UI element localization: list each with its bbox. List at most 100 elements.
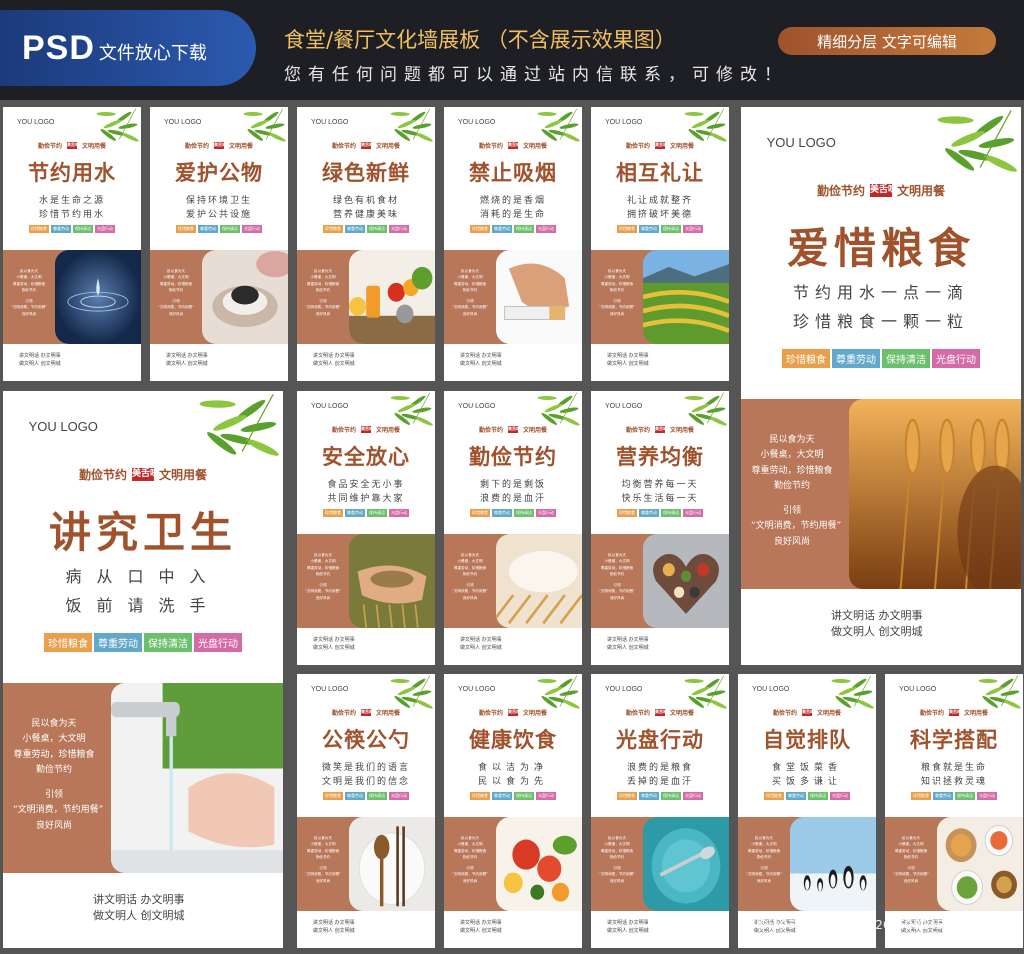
poster-card: YOU LOGO 勤俭节约 美舌味尖 文明用餐 健康饮食 食以洁为净 民以食为先 珍惜粮食 尊重… xyxy=(444,674,582,948)
tag-row: 珍惜粮食 尊重劳动 保持清洁 光盘行动 xyxy=(150,225,288,233)
footer-line: 讲文明话 办文明事 xyxy=(607,353,649,359)
band-line: 良好风尚 xyxy=(462,595,478,600)
tag-chip: 尊重劳动 xyxy=(345,225,365,233)
psd-label: PSD xyxy=(22,28,95,67)
footer-line: 做文明人 创文明城 xyxy=(166,361,208,367)
poster-line: 拥挤破坏美德 xyxy=(626,210,693,220)
band-line: 小餐桌，大文明 xyxy=(760,450,824,461)
tag-chip: 保持清洁 xyxy=(367,792,387,800)
band-line: 勤俭节约 xyxy=(315,288,331,293)
tag-row: 珍惜粮食 尊重劳动 保持清洁 光盘行动 xyxy=(591,792,729,800)
poster-line: 快乐生活每一天 xyxy=(621,494,699,504)
band-line: 勤俭节约 xyxy=(315,855,331,860)
poster-line: 绿色有机食材 xyxy=(332,196,399,206)
poster-line: 剩下的是剩饭 xyxy=(479,480,546,490)
footer-line: 做文明人 创文明城 xyxy=(313,361,355,367)
band-line: 勤俭节约 xyxy=(609,855,625,860)
seal-stamp: 美舌味尖 xyxy=(361,142,377,149)
band-line: 良好风尚 xyxy=(756,878,772,883)
slogan-row: 勤俭节约 美舌味尖 文明用餐 xyxy=(150,141,288,150)
band-line: “文明消费，节约用餐” xyxy=(598,872,636,877)
poster-photo-dishes xyxy=(202,250,288,344)
logo-text: YOU LOGO xyxy=(899,686,937,693)
tag-chip: 珍惜粮食 xyxy=(617,225,637,233)
logo-text: YOU LOGO xyxy=(605,119,643,126)
poster-title: 节约用水 xyxy=(28,161,116,185)
poster-card: YOU LOGO 勤俭节约 美舌味尖 文明用餐 爱惜粮食 节约用水一点一滴 珍惜粮食一颗一粒… xyxy=(741,107,1021,665)
slogan-left: 勤俭节约 xyxy=(184,143,209,150)
slogan-left: 勤俭节约 xyxy=(478,427,503,434)
logo-text: YOU LOGO xyxy=(28,419,98,434)
slogan-left: 勤俭节约 xyxy=(331,710,356,717)
poster-line: 消耗的是生命 xyxy=(479,210,546,220)
footer-line: 做文明人 创文明城 xyxy=(607,645,649,651)
slogan-left: 勤俭节约 xyxy=(625,427,650,434)
footer-line: 讲文明话 办文明事 xyxy=(831,609,923,622)
footer-line: 做文明人 创文明城 xyxy=(313,928,355,934)
slogan-left: 勤俭节约 xyxy=(625,710,650,717)
footer-line: 做文明人 创文明城 xyxy=(460,361,502,367)
tag-chip: 保持清洁 xyxy=(220,225,240,233)
image-id-watermark: ID:19380723 NO:20260528145339871104 xyxy=(756,918,1013,932)
tag-chip: 尊重劳动 xyxy=(345,509,365,517)
tag-chip: 珍惜粮食 xyxy=(323,509,343,517)
poster-photo-penguins xyxy=(790,817,876,911)
seal-stamp: 美舌味尖 xyxy=(214,142,230,149)
slogan-left: 勤俭节约 xyxy=(478,143,503,150)
poster-title: 禁止吸烟 xyxy=(469,161,557,185)
band-line: “文明消费，节约用餐” xyxy=(892,872,930,877)
slogan-right: 文明用餐 xyxy=(82,143,107,150)
footer-line: 做文明人 创文明城 xyxy=(19,361,61,367)
footer-line: 做文明人 创文明城 xyxy=(460,928,502,934)
page-title: 食堂/餐厅文化墙展板 （不含展示效果图） xyxy=(284,28,676,52)
slogan-right: 文明用餐 xyxy=(376,710,401,717)
band-line: 勤俭节约 xyxy=(756,855,772,860)
poster-photo-spoon-chopsticks xyxy=(349,817,435,911)
poster-line: 微笑是我们的语言 xyxy=(321,763,410,773)
poster-line: 饭前请洗手 xyxy=(65,596,221,615)
band-line: 引领 xyxy=(782,506,801,517)
band-line: “文明消费，节约用餐” xyxy=(304,872,342,877)
seal-stamp: 美舌味尖 xyxy=(655,142,671,149)
poster-photo-hand-wash xyxy=(111,683,283,873)
poster-photo-grain-hand xyxy=(349,534,435,628)
band-line: 良好风尚 xyxy=(609,595,625,600)
band-line: 勤俭节约 xyxy=(903,855,919,860)
poster-line: 燃烧的是香烟 xyxy=(479,196,546,206)
tag-chip: 尊重劳动 xyxy=(832,349,880,368)
footer-line: 讲文明话 办文明事 xyxy=(460,637,502,643)
footer-line: 做文明人 创文明城 xyxy=(460,645,502,651)
band-line: 良好风尚 xyxy=(315,595,331,600)
band-line: 良好风尚 xyxy=(609,878,625,883)
tag-chip: 保持清洁 xyxy=(882,349,930,368)
band-text: 民以食为天 小餐桌，大文明 尊重劳动，珍惜粮食 勤俭节约 引领 “文明消费，节约用餐” 良好… xyxy=(9,268,49,317)
tag-chip: 尊重劳动 xyxy=(639,792,659,800)
slogan-left: 勤俭节约 xyxy=(919,710,944,717)
band-text: 民以食为天 小餐桌，大文明 尊重劳动，珍惜粮食 勤俭节约 引领 “文明消费，节约用餐” 良好… xyxy=(751,433,841,550)
tag-chip: 尊重劳动 xyxy=(639,225,659,233)
slogan-row: 勤俭节约 美舌味尖 文明用餐 xyxy=(591,708,729,717)
seal-stamp: 美舌味尖 xyxy=(508,709,524,716)
tag-chip: 珍惜粮食 xyxy=(44,633,92,652)
band-text: 民以食为天 小餐桌，大文明 尊重劳动，珍惜粮食 勤俭节约 引领 “文明消费，节约用餐” 良好… xyxy=(597,835,637,884)
footer-line: 讲文明话 办文明事 xyxy=(313,353,355,359)
slogan-right: 文明用餐 xyxy=(670,427,695,434)
band-text: 民以食为天 小餐桌，大文明 尊重劳动，珍惜粮食 勤俭节约 引领 “文明消费，节约用餐” 良好… xyxy=(597,552,637,601)
tag-chip: 珍惜粮食 xyxy=(782,349,830,368)
poster-title: 安全放心 xyxy=(322,445,410,469)
logo-text: YOU LOGO xyxy=(458,686,496,693)
poster-card: YOU LOGO 勤俭节约 美舌味尖 文明用餐 禁止吸烟 燃烧的是香烟 消耗的是生命 珍惜粮食… xyxy=(444,107,582,381)
tag-chip: 保持清洁 xyxy=(144,633,192,652)
slogan-row: 勤俭节约 美舌味尖 文明用餐 xyxy=(3,466,283,483)
tag-chip: 尊重劳动 xyxy=(51,225,71,233)
bamboo-decoration-icon xyxy=(193,391,283,467)
footer-line: 讲文明话 办文明事 xyxy=(19,353,61,359)
tag-row: 珍惜粮食 尊重劳动 保持清洁 光盘行动 xyxy=(444,509,582,517)
tag-chip: 珍惜粮食 xyxy=(29,225,49,233)
poster-card: YOU LOGO 勤俭节约 美舌味尖 文明用餐 绿色新鲜 绿色有机食材 营养健康美味 珍惜粮食… xyxy=(297,107,435,381)
poster-title: 讲究卫生 xyxy=(48,508,237,557)
poster-line: 食以洁为净 xyxy=(477,763,548,773)
seal-stamp: 美舌味尖 xyxy=(870,183,906,198)
poster-photo-vegetables xyxy=(496,817,582,911)
tag-chip: 珍惜粮食 xyxy=(470,225,490,233)
